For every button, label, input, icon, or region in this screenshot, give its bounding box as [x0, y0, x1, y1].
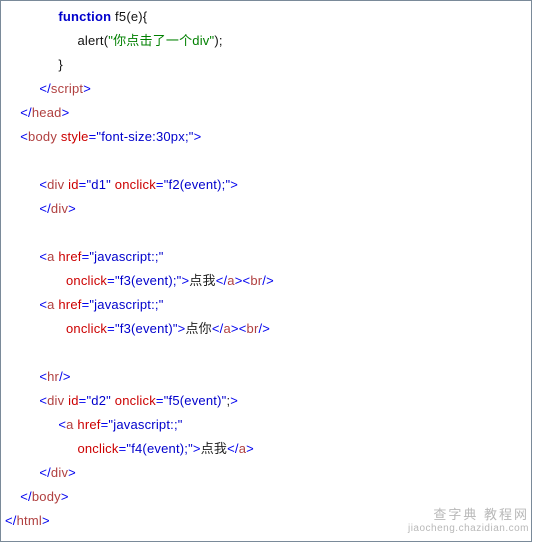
tag-div-d2: div [47, 393, 64, 408]
angle-open: < [39, 177, 47, 192]
angle-open: </ [227, 441, 239, 456]
tag-br: br [250, 273, 262, 288]
angle-open: < [39, 297, 47, 312]
angle-close: > [193, 441, 201, 456]
val-f2: "f2(event);" [164, 177, 231, 192]
angle-close: > [68, 465, 76, 480]
tag-script-close: script [51, 81, 83, 96]
angle-close: > [42, 513, 50, 528]
attr-style: style [61, 129, 89, 144]
tag-div-d1: div [47, 177, 64, 192]
val-d2: "d2" [86, 393, 111, 408]
tag-div-close2: div [51, 465, 68, 480]
angle-open: </ [212, 321, 224, 336]
tag-div-close: div [51, 201, 68, 216]
equals: = [107, 321, 115, 336]
tag-a-close: a [227, 273, 234, 288]
val-f4: "f4(event);" [126, 441, 193, 456]
call-end: ); [214, 33, 222, 48]
angle-close: > [246, 441, 254, 456]
closing-brace: } [58, 57, 63, 72]
angle-close: > [61, 489, 69, 504]
attr-id: id [68, 393, 79, 408]
val-f3: "f3(event);" [115, 273, 182, 288]
val-js3: "javascript:;" [108, 417, 182, 432]
keyword-function: function [58, 9, 111, 24]
val-f3b: "f3(event)" [115, 321, 178, 336]
equals: = [107, 273, 115, 288]
angle-open: </ [39, 201, 51, 216]
angle-open: < [39, 249, 47, 264]
tag-body-close: body [32, 489, 61, 504]
angle-open: < [20, 129, 28, 144]
attr-onclick: onclick [115, 393, 156, 408]
angle-close: > [235, 273, 243, 288]
attr-onclick: onclick [66, 273, 107, 288]
equals: = [156, 177, 164, 192]
angle-open: </ [5, 513, 17, 528]
angle-open: </ [39, 465, 51, 480]
code-frame: function f5(e){ alert("你点击了一个div"); } </… [0, 0, 532, 542]
text-dianwo: 点我 [189, 273, 215, 288]
attr-href: href [58, 297, 81, 312]
attr-id: id [68, 177, 79, 192]
tag-a-close: a [223, 321, 230, 336]
slash-close: /> [59, 369, 71, 384]
angle-open: </ [20, 105, 32, 120]
angle-open: < [39, 393, 47, 408]
fn-sig: (e){ [126, 9, 147, 24]
angle-open: < [58, 417, 66, 432]
angle-close: > [68, 201, 76, 216]
attr-onclick: onclick [77, 441, 118, 456]
attr-href: href [58, 249, 81, 264]
tag-body-open: body [28, 129, 57, 144]
val-js2: "javascript:;" [89, 297, 163, 312]
val-style: "font-size:30px;" [96, 129, 193, 144]
angle-close: > [194, 129, 202, 144]
text-dianwo2: 点我 [201, 441, 227, 456]
tag-html-close: html [17, 513, 42, 528]
slash-close: /> [262, 273, 274, 288]
string-literal: "你点击了一个div" [108, 33, 214, 48]
angle-open: </ [216, 273, 228, 288]
tag-a1: a [47, 249, 54, 264]
attr-onclick: onclick [66, 321, 107, 336]
tag-br: br [247, 321, 259, 336]
angle-open: </ [20, 489, 32, 504]
angle-open: < [239, 321, 247, 336]
angle-open: </ [39, 81, 51, 96]
fn-alert: alert( [77, 33, 108, 48]
angle-close: > [62, 105, 70, 120]
tag-a3: a [66, 417, 73, 432]
val-f5: "f5(event)" [164, 393, 227, 408]
equals: = [156, 393, 164, 408]
slash-close: /> [258, 321, 270, 336]
val-js: "javascript:;" [89, 249, 163, 264]
attr-onclick: onclick [115, 177, 156, 192]
tag-head-close: head [32, 105, 62, 120]
angle-open: < [39, 369, 47, 384]
tag-hr: hr [47, 369, 59, 384]
attr-href: href [77, 417, 100, 432]
text-dianni: 点你 [185, 321, 211, 336]
angle-close: > [83, 81, 91, 96]
tag-a2: a [47, 297, 54, 312]
code-block: function f5(e){ alert("你点击了一个div"); } </… [5, 5, 527, 533]
angle-close: > [230, 177, 238, 192]
angle-close: > [230, 393, 238, 408]
fn-name: f5 [111, 9, 126, 24]
val-d1: "d1" [86, 177, 111, 192]
angle-close: > [231, 321, 239, 336]
